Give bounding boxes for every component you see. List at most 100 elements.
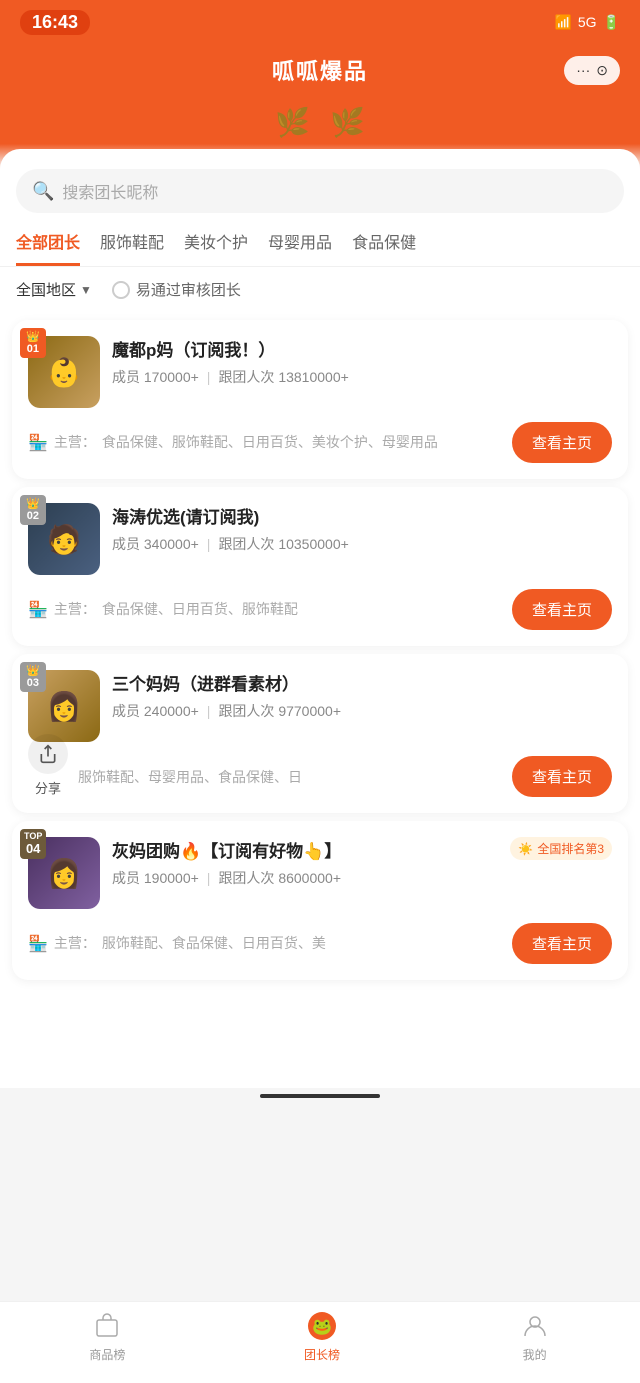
shop-icon-2: 🏪 bbox=[28, 600, 48, 620]
tab-beauty[interactable]: 美妆个护 bbox=[184, 229, 248, 266]
chevron-down-icon: ▼ bbox=[80, 283, 92, 297]
view-btn-4[interactable]: 查看主页 bbox=[512, 923, 612, 964]
nav-leader-label: 团长榜 bbox=[304, 1346, 340, 1363]
svg-text:🐸: 🐸 bbox=[312, 1318, 332, 1336]
nav-my[interactable]: 我的 bbox=[519, 1310, 551, 1363]
header-actions: ··· ⊙ bbox=[564, 56, 620, 85]
card-bottom-4: 🏪 主营： 服饰鞋配、食品保健、日用百货、美 查看主页 bbox=[28, 923, 612, 964]
rank-badge-4: TOP 04 bbox=[20, 829, 46, 859]
status-time: 16:43 bbox=[20, 10, 90, 35]
card-top-1: 👑 01 👶 魔都p妈（订阅我！） 成员 170000+ | 跟团人次 1381… bbox=[28, 336, 612, 408]
rank-badge-1: 👑 01 bbox=[20, 328, 46, 358]
card-bottom-3: 服饰鞋配、母婴用品、食品保健、日 查看主页 bbox=[28, 756, 612, 797]
divider-3: | bbox=[207, 703, 211, 719]
share-icon[interactable] bbox=[28, 734, 68, 774]
goods-icon bbox=[91, 1310, 123, 1342]
share-label: 分享 bbox=[35, 778, 61, 797]
categories-4: 🏪 主营： 服饰鞋配、食品保健、日用百货、美 bbox=[28, 933, 502, 954]
app-header: 呱呱爆品 ··· ⊙ bbox=[0, 44, 640, 106]
card-stats-1: 成员 170000+ | 跟团人次 13810000+ bbox=[112, 367, 612, 387]
tab-clothing[interactable]: 服饰鞋配 bbox=[100, 229, 164, 266]
search-icon: 🔍 bbox=[32, 181, 54, 202]
members-2: 成员 340000+ bbox=[112, 534, 199, 554]
leader-card-3: 👑 03 👩 三个妈妈（进群看素材） 成员 240000+ | 跟团人次 977… bbox=[12, 654, 628, 813]
card-stats-2: 成员 340000+ | 跟团人次 10350000+ bbox=[112, 534, 612, 554]
app-title: 呱呱爆品 bbox=[272, 54, 368, 86]
card-info-3: 三个妈妈（进群看素材） 成员 240000+ | 跟团人次 9770000+ bbox=[112, 670, 612, 721]
nav-goods-rank[interactable]: 商品榜 bbox=[89, 1310, 125, 1363]
categories-3: 服饰鞋配、母婴用品、食品保健、日 bbox=[28, 767, 502, 787]
card-info-1: 魔都p妈（订阅我！） 成员 170000+ | 跟团人次 13810000+ bbox=[112, 336, 612, 387]
category-tabs: 全部团长 服饰鞋配 美妆个护 母婴用品 食品保健 bbox=[0, 229, 640, 267]
rank-avatar-4: TOP 04 👩 bbox=[28, 837, 100, 909]
tab-all-leaders[interactable]: 全部团长 bbox=[16, 229, 80, 266]
search-bar[interactable]: 🔍 搜索团长昵称 bbox=[16, 169, 624, 213]
bottom-nav: 商品榜 🐸 团长榜 我的 bbox=[0, 1301, 640, 1383]
card-info-4: 灰妈团购🔥【订阅有好物👆】 ☀️ 全国排名第3 成员 190000+ | 跟团人… bbox=[112, 837, 612, 888]
card-stats-3: 成员 240000+ | 跟团人次 9770000+ bbox=[112, 701, 612, 721]
my-icon bbox=[519, 1310, 551, 1342]
tab-food[interactable]: 食品保健 bbox=[352, 229, 416, 266]
leader-name-3: 三个妈妈（进群看素材） bbox=[112, 670, 612, 695]
category-text-1: 食品保健、服饰鞋配、日用百货、美妆个护、母婴用品 bbox=[102, 432, 502, 452]
battery-icon: 🔋 bbox=[603, 14, 620, 31]
card-bottom-2: 🏪 主营： 食品保健、日用百货、服饰鞋配 查看主页 bbox=[28, 589, 612, 630]
nav-my-label: 我的 bbox=[523, 1346, 547, 1363]
divider-4: | bbox=[207, 870, 211, 886]
easy-approval-filter[interactable]: 易通过审核团长 bbox=[112, 279, 241, 300]
leader-card-1: 👑 01 👶 魔都p妈（订阅我！） 成员 170000+ | 跟团人次 1381… bbox=[12, 320, 628, 479]
categories-1: 🏪 主营： 食品保健、服饰鞋配、日用百货、美妆个护、母婴用品 bbox=[28, 432, 502, 453]
rank-avatar-1: 👑 01 👶 bbox=[28, 336, 100, 408]
card-bottom-1: 🏪 主营： 食品保健、服饰鞋配、日用百货、美妆个护、母婴用品 查看主页 bbox=[28, 422, 612, 463]
rank-avatar-2: 👑 02 🧑 bbox=[28, 503, 100, 575]
home-indicator bbox=[260, 1094, 380, 1098]
view-btn-3[interactable]: 查看主页 bbox=[512, 756, 612, 797]
card-top-4: TOP 04 👩 灰妈团购🔥【订阅有好物👆】 ☀️ 全国排名第3 成员 bbox=[28, 837, 612, 909]
category-text-2: 食品保健、日用百货、服饰鞋配 bbox=[102, 599, 502, 619]
leader-card-2: 👑 02 🧑 海涛优选(请订阅我) 成员 340000+ | 跟团人次 1035… bbox=[12, 487, 628, 646]
region-label: 全国地区 bbox=[16, 279, 76, 300]
orders-2: 跟团人次 10350000+ bbox=[218, 534, 348, 554]
categories-2: 🏪 主营： 食品保健、日用百货、服饰鞋配 bbox=[28, 599, 502, 620]
leaf-right-icon: 🌿 bbox=[330, 106, 365, 139]
card-top-2: 👑 02 🧑 海涛优选(请订阅我) 成员 340000+ | 跟团人次 1035… bbox=[28, 503, 612, 575]
nav-goods-label: 商品榜 bbox=[89, 1346, 125, 1363]
header-menu-btn[interactable]: ··· ⊙ bbox=[564, 56, 620, 85]
shop-icon-4: 🏪 bbox=[28, 934, 48, 954]
rank-badge-3: 👑 03 bbox=[20, 662, 46, 692]
leader-name-1: 魔都p妈（订阅我！） bbox=[112, 336, 612, 361]
filter-row: 全国地区 ▼ 易通过审核团长 bbox=[0, 267, 640, 312]
main-content: 🔍 搜索团长昵称 全部团长 服饰鞋配 美妆个护 母婴用品 食品保健 全国地区 ▼… bbox=[0, 149, 640, 1088]
view-btn-1[interactable]: 查看主页 bbox=[512, 422, 612, 463]
sun-icon: ☀️ bbox=[518, 842, 533, 856]
leader-card-4: TOP 04 👩 灰妈团购🔥【订阅有好物👆】 ☀️ 全国排名第3 成员 bbox=[12, 821, 628, 980]
main-business-label-1: 主营： bbox=[54, 432, 96, 452]
shop-icon-1: 🏪 bbox=[28, 433, 48, 453]
share-popup[interactable]: 分享 bbox=[28, 734, 68, 797]
view-btn-2[interactable]: 查看主页 bbox=[512, 589, 612, 630]
divider-1: | bbox=[207, 369, 211, 385]
leader-name-2: 海涛优选(请订阅我) bbox=[112, 503, 612, 528]
divider-2: | bbox=[207, 536, 211, 552]
leader-icon: 🐸 bbox=[306, 1310, 338, 1342]
crown-icon-2: 👑 bbox=[26, 498, 40, 510]
card-info-2: 海涛优选(请订阅我) 成员 340000+ | 跟团人次 10350000+ bbox=[112, 503, 612, 554]
national-rank-badge: ☀️ 全国排名第3 bbox=[510, 837, 612, 860]
tab-baby[interactable]: 母婴用品 bbox=[268, 229, 332, 266]
card-top-3: 👑 03 👩 三个妈妈（进群看素材） 成员 240000+ | 跟团人次 977… bbox=[28, 670, 612, 742]
orders-1: 跟团人次 13810000+ bbox=[218, 367, 348, 387]
region-filter[interactable]: 全国地区 ▼ bbox=[16, 279, 92, 300]
rank-badge-2: 👑 02 bbox=[20, 495, 46, 525]
crown-icon-1: 👑 bbox=[26, 331, 40, 343]
card-stats-4: 成员 190000+ | 跟团人次 8600000+ bbox=[112, 868, 612, 888]
radio-button[interactable] bbox=[112, 281, 130, 299]
leaf-left-icon: 🌿 bbox=[275, 106, 310, 139]
network-type: 5G bbox=[578, 14, 597, 30]
members-3: 成员 240000+ bbox=[112, 701, 199, 721]
crown-icon-3: 👑 bbox=[26, 665, 40, 677]
main-business-label-4: 主营： bbox=[54, 933, 96, 953]
content-area: 👑 01 👶 魔都p妈（订阅我！） 成员 170000+ | 跟团人次 1381… bbox=[0, 320, 640, 1088]
search-placeholder: 搜索团长昵称 bbox=[62, 179, 158, 203]
members-4: 成员 190000+ bbox=[112, 868, 199, 888]
nav-leader-rank[interactable]: 🐸 团长榜 bbox=[304, 1310, 340, 1363]
